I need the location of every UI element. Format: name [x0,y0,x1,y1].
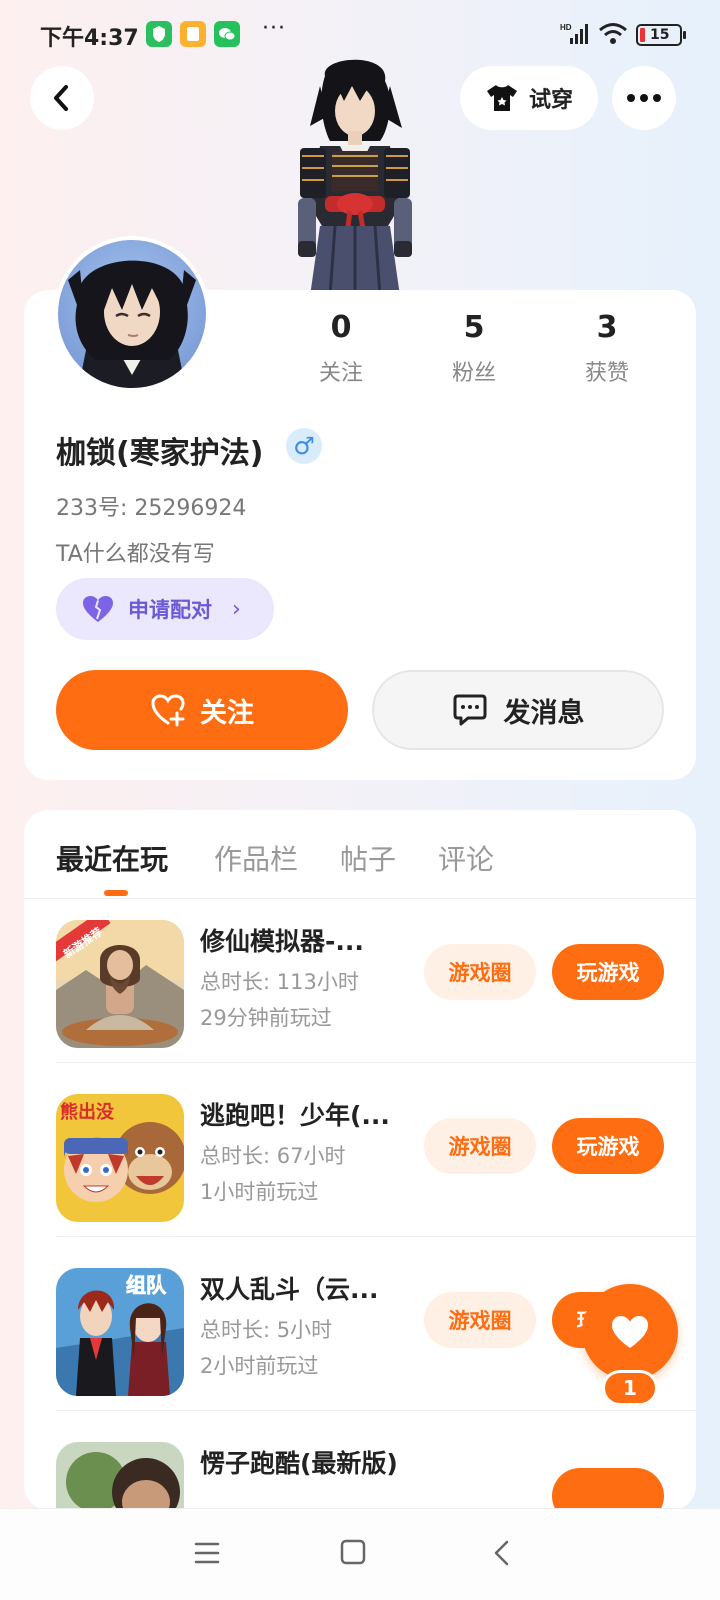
game-icon: 新游推荐 [56,920,184,1048]
game-icon-badge: 熊出没 [60,1101,115,1123]
try-on-button[interactable]: 试穿 [460,66,598,130]
game-duration: 总时长: 113小时 [200,970,359,994]
game-icon: 组队 [56,1268,184,1396]
battery-tip [683,31,686,39]
chevron-right-icon: › [232,596,241,622]
active-tab-indicator [104,890,128,896]
system-nav-bar [0,1508,720,1600]
send-message-button[interactable]: 发消息 [372,670,664,750]
tab-works[interactable]: 作品栏 [214,838,298,878]
tab-recently-played[interactable]: 最近在玩 [56,838,168,878]
divider [56,1410,696,1411]
game-last-played: 29分钟前玩过 [200,1006,332,1030]
more-button[interactable] [612,66,676,130]
game-circle-button[interactable]: 游戏圈 [424,1118,536,1174]
tab-comments[interactable]: 评论 [438,838,494,878]
request-pair-label: 申请配对 [128,598,212,622]
play-game-button[interactable] [552,1468,664,1508]
male-gender-icon: ♂ [286,428,322,464]
stat-followers[interactable]: 5 粉丝 [419,310,529,387]
request-pair-button[interactable]: 申请配对 › [56,578,274,640]
game-title: 愣子跑酷(最新版) [200,1449,398,1478]
shield-notification-icon [146,21,172,47]
status-bar: 下午4:37 ··· HD 15 [0,0,720,64]
list-item[interactable]: 新游推荐 修仙模拟器-... 总时长: 113小时 29分钟前玩过 游戏圈 玩游… [24,898,696,1074]
game-title: 双人乱斗（云... [200,1275,379,1304]
stat-value: 3 [596,310,618,345]
back-arrow-icon [54,85,68,111]
stat-label: 获赞 [584,361,629,386]
signal-icon: HD [560,23,588,44]
wechat-notification-icon [214,21,240,47]
stat-following[interactable]: 0 关注 [286,310,396,387]
tshirt-icon [486,85,517,111]
user-name: 枷锁(寒家护法) [56,436,264,471]
stat-label: 关注 [318,361,363,386]
more-dots-icon [627,94,661,102]
back-button[interactable] [30,66,94,130]
stat-likes[interactable]: 3 获赞 [552,310,662,387]
follow-label: 关注 [200,697,254,729]
more-notifications-icon: ··· [262,16,286,41]
stat-label: 粉丝 [451,361,496,386]
play-game-button[interactable]: 玩游戏 [552,944,664,1000]
list-item[interactable]: 愣子跑酷(最新版) [24,1420,696,1508]
home-square-icon[interactable] [340,1539,366,1565]
status-time: 下午4:37 [40,26,139,51]
add-heart-icon [151,694,185,727]
stat-value: 5 [463,310,485,345]
game-icon [56,1442,184,1508]
try-on-label: 试穿 [528,88,573,113]
heart-icon [612,1316,648,1348]
svg-text:HD: HD [560,23,572,32]
like-fab-button[interactable] [582,1284,678,1380]
game-duration: 总时长: 5小时 [200,1318,333,1342]
game-last-played: 1小时前玩过 [200,1180,319,1204]
send-message-label: 发消息 [503,697,585,729]
user-bio: TA什么都没有写 [56,542,215,567]
avatar[interactable] [54,236,210,392]
user-id: 233号: 25296924 [56,496,247,521]
game-title: 逃跑吧！少年(... [200,1101,390,1130]
menu-icon[interactable] [194,1541,220,1565]
note-notification-icon [180,21,206,47]
list-item[interactable]: 熊出没 逃跑吧！少年(... 总时长: 67小时 1小时前玩过 游戏圈 玩游戏 [24,1072,696,1248]
nav-back-icon[interactable] [492,1539,512,1567]
game-title: 修仙模拟器-... [200,927,364,956]
avatar-character-image [298,59,412,296]
heart-icon [83,596,113,622]
wifi-icon [599,23,627,44]
game-circle-button[interactable]: 游戏圈 [424,1292,536,1348]
divider [56,1062,696,1063]
game-duration: 总时长: 67小时 [200,1144,346,1168]
battery-icon: 15 [636,24,682,46]
game-last-played: 2小时前玩过 [200,1354,319,1378]
game-icon: 熊出没 [56,1094,184,1222]
like-count-badge: 1 [602,1370,658,1406]
play-game-button[interactable]: 玩游戏 [552,1118,664,1174]
divider [56,1236,696,1237]
game-circle-button[interactable]: 游戏圈 [424,944,536,1000]
game-icon-badge: 组队 [126,1273,167,1297]
follow-button[interactable]: 关注 [56,670,348,750]
stat-value: 0 [330,310,352,345]
chat-icon [453,694,486,726]
tab-posts[interactable]: 帖子 [340,838,396,878]
battery-level: 15 [650,27,670,43]
